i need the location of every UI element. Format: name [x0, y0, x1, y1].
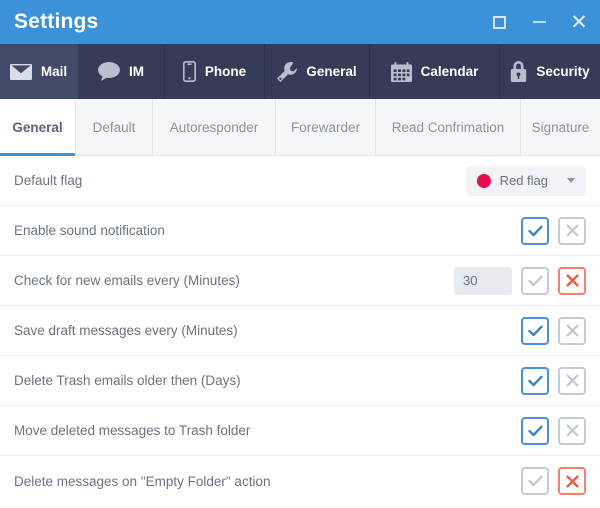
setting-control [521, 317, 586, 345]
close-x-icon [566, 475, 579, 488]
setting-label: Check for new emails every (Minutes) [14, 273, 454, 288]
wrench-icon [277, 62, 297, 82]
toggle-no-button[interactable] [558, 267, 586, 295]
check-icon [528, 425, 543, 437]
setting-label: Enable sound notification [14, 223, 521, 238]
title-bar: Settings ✕ [0, 0, 600, 44]
toggle-no-button[interactable] [558, 317, 586, 345]
dropdown-value: Red flag [500, 173, 548, 188]
setting-control: Red flag [466, 166, 586, 196]
setting-row-move-deleted: Move deleted messages to Trash folder [0, 406, 600, 456]
tab-label: Forewarder [291, 120, 360, 135]
settings-window: Settings ✕ Mail [0, 0, 600, 508]
tab-read-confrimation[interactable]: Read Confrimation [376, 99, 521, 155]
window-title: Settings [0, 10, 98, 34]
lock-icon [510, 61, 527, 82]
close-x-icon [566, 324, 579, 337]
check-icon [528, 325, 543, 337]
toggle-yes-button[interactable] [521, 367, 549, 395]
check-icon [528, 475, 543, 487]
toggle-yes-button[interactable] [521, 217, 549, 245]
tab-label: Default [93, 120, 136, 135]
setting-control [521, 367, 586, 395]
nav-item-label: IM [129, 64, 144, 79]
close-x-icon [566, 274, 579, 287]
tab-label: Autoresponder [170, 120, 259, 135]
toggle-no-button[interactable] [558, 367, 586, 395]
envelope-icon [10, 64, 32, 80]
minimize-button[interactable] [528, 11, 550, 33]
chevron-down-icon [567, 178, 575, 183]
nav-item-label: Mail [41, 64, 67, 79]
nav-item-mail[interactable]: Mail [0, 44, 78, 99]
red-flag-dot-icon [477, 174, 491, 188]
nav-item-general[interactable]: General [265, 44, 370, 99]
setting-label: Save draft messages every (Minutes) [14, 323, 521, 338]
setting-row-save-drafts: Save draft messages every (Minutes) [0, 306, 600, 356]
nav-item-security[interactable]: Security [500, 44, 600, 99]
default-flag-dropdown[interactable]: Red flag [466, 166, 586, 196]
setting-control [521, 467, 586, 495]
setting-label: Default flag [14, 173, 466, 188]
nav-item-label: General [306, 64, 356, 79]
tab-general[interactable]: General [0, 99, 76, 155]
setting-row-default-flag: Default flag Red flag [0, 156, 600, 206]
maximize-button[interactable] [488, 11, 510, 33]
close-x-icon [566, 224, 579, 237]
tab-forewarder[interactable]: Forewarder [276, 99, 376, 155]
toggle-no-button[interactable] [558, 467, 586, 495]
tab-autoresponder[interactable]: Autoresponder [153, 99, 276, 155]
nav-item-im[interactable]: IM [78, 44, 165, 99]
setting-row-check-new-emails: Check for new emails every (Minutes) [0, 256, 600, 306]
close-x-icon [566, 374, 579, 387]
nav-item-label: Calendar [421, 64, 479, 79]
minimize-icon [533, 21, 546, 23]
setting-control [521, 217, 586, 245]
toggle-no-button[interactable] [558, 417, 586, 445]
chat-bubble-icon [98, 62, 120, 81]
window-controls: ✕ [488, 0, 590, 44]
tab-label: Signature [532, 120, 590, 135]
setting-label: Move deleted messages to Trash folder [14, 423, 521, 438]
mobile-phone-icon [183, 61, 196, 82]
toggle-yes-button[interactable] [521, 267, 549, 295]
toggle-no-button[interactable] [558, 217, 586, 245]
setting-row-empty-folder: Delete messages on "Empty Folder" action [0, 456, 600, 506]
tab-label: Read Confrimation [392, 120, 505, 135]
toggle-yes-button[interactable] [521, 417, 549, 445]
check-icon [528, 375, 543, 387]
close-icon: ✕ [570, 13, 588, 32]
check-icon [528, 225, 543, 237]
nav-item-label: Security [536, 64, 589, 79]
maximize-icon [493, 16, 506, 29]
toggle-yes-button[interactable] [521, 467, 549, 495]
setting-control [521, 417, 586, 445]
nav-item-phone[interactable]: Phone [165, 44, 265, 99]
tab-signature[interactable]: Signature [521, 99, 600, 155]
toggle-yes-button[interactable] [521, 317, 549, 345]
tab-label: General [12, 120, 62, 135]
main-navigation: Mail IM Phone [0, 44, 600, 99]
check-icon [528, 275, 543, 287]
check-interval-input[interactable] [454, 267, 512, 295]
setting-row-sound-notification: Enable sound notification [0, 206, 600, 256]
settings-list: Default flag Red flag Enable sound notif… [0, 156, 600, 508]
close-x-icon [566, 424, 579, 437]
tab-default[interactable]: Default [76, 99, 153, 155]
calendar-icon [391, 62, 412, 82]
nav-item-calendar[interactable]: Calendar [370, 44, 500, 99]
close-button[interactable]: ✕ [568, 11, 590, 33]
setting-label: Delete messages on "Empty Folder" action [14, 474, 521, 489]
setting-label: Delete Trash emails older then (Days) [14, 373, 521, 388]
nav-item-label: Phone [205, 64, 246, 79]
setting-control [454, 267, 586, 295]
sub-tab-bar: General Default Autoresponder Forewarder… [0, 99, 600, 156]
setting-row-delete-trash: Delete Trash emails older then (Days) [0, 356, 600, 406]
